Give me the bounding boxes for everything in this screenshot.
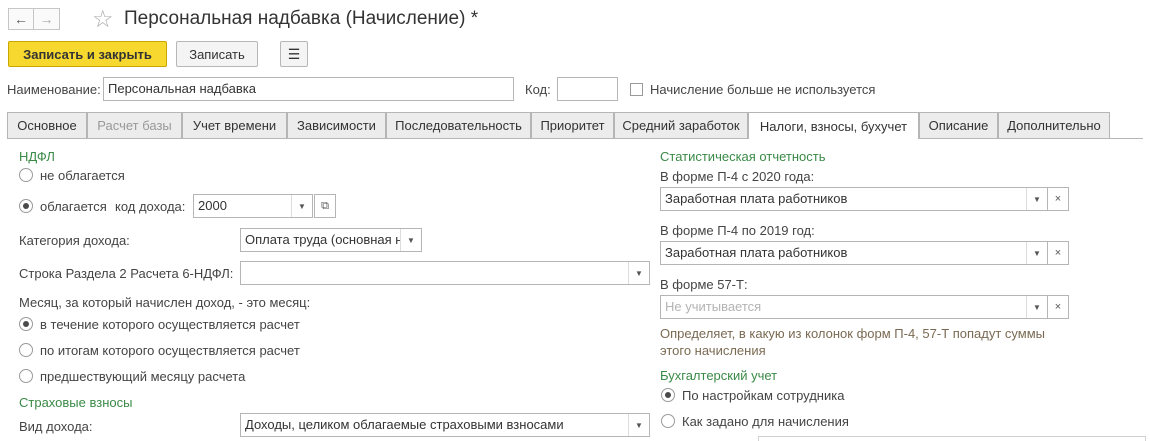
accounting-section-title: Бухгалтерский учет [660,368,778,383]
accounting-field-partial[interactable] [758,436,1146,441]
tab-time-accounting[interactable]: Учет времени [182,112,287,138]
tab-description[interactable]: Описание [919,112,998,138]
insurance-section-title: Страховые взносы [19,395,133,410]
income-category-select[interactable]: Оплата труда (основная н ▼ [240,228,422,252]
income-category-label: Категория дохода: [19,233,130,248]
chevron-down-icon[interactable]: ▼ [1026,296,1047,318]
p4-2020-label: В форме П-4 с 2020 года: [660,169,815,184]
income-type-label: Вид дохода: [19,419,93,434]
ndfl-section-title: НДФЛ [19,149,55,164]
income-code-label: код дохода: [115,199,186,214]
month-option-results-radio[interactable] [19,343,33,357]
month-option-current-radio[interactable] [19,317,33,331]
tab-priority[interactable]: Приоритет [531,112,614,138]
tab-average-earnings[interactable]: Средний заработок [614,112,748,138]
tab-bar: Основное Расчет базы Учет времени Зависи… [7,112,1143,139]
stats-hint: Определяет, в какую из колонок форм П-4,… [660,326,1046,358]
tab-taxes[interactable]: Налоги, взносы, бухучет [748,112,919,139]
chevron-down-icon[interactable]: ▼ [1026,188,1047,210]
accounting-as-set-label: Как задано для начисления [682,414,849,429]
income-code-select[interactable]: 2000 ▼ [193,194,313,218]
row-6ndfl-label: Строка Раздела 2 Расчета 6-НДФЛ: [19,266,234,281]
month-option-previous-radio[interactable] [19,369,33,383]
forward-button[interactable]: → [34,8,60,30]
tab-additional[interactable]: Дополнительно [998,112,1110,138]
f57t-label: В форме 57-Т: [660,277,748,292]
ndfl-not-taxed-label: не облагается [40,168,125,183]
month-option-previous-label: предшествующий месяцу расчета [40,369,246,384]
accounting-employee-settings-radio[interactable] [661,388,675,402]
save-button[interactable]: Записать [176,41,258,67]
arrow-left-icon: ← [14,11,28,27]
p4-2019-label: В форме П-4 по 2019 год: [660,223,815,238]
p4-2020-select[interactable]: Заработная плата работников ▼ [660,187,1048,211]
clear-p4-2019-button[interactable]: × [1047,241,1069,265]
close-icon: × [1054,193,1062,205]
tab-base-calc[interactable]: Расчет базы [87,112,182,138]
unused-label: Начисление больше не используется [650,82,876,97]
ndfl-taxed-radio[interactable] [19,199,33,213]
tab-sequence[interactable]: Последовательность [386,112,531,138]
back-button[interactable]: ← [8,8,34,30]
save-and-close-button[interactable]: Записать и закрыть [8,41,167,67]
stats-section-title: Статистическая отчетность [660,149,826,164]
report-list-button[interactable]: ☰ [280,41,308,67]
row-6ndfl-select[interactable]: ▼ [240,261,650,285]
close-icon: × [1054,247,1062,259]
name-input[interactable]: Персональная надбавка [103,77,514,101]
income-type-select[interactable]: Доходы, целиком облагаемые страховыми вз… [240,413,650,437]
chevron-down-icon[interactable]: ▼ [400,229,421,251]
ndfl-taxed-label: облагается [40,199,107,214]
clear-f57t-button[interactable]: × [1047,295,1069,319]
open-income-code-button[interactable]: ⧉ [314,194,336,218]
tab-main[interactable]: Основное [7,112,87,138]
name-label: Наименование: [7,82,101,97]
accounting-employee-settings-label: По настройкам сотрудника [682,388,845,403]
ndfl-not-taxed-radio[interactable] [19,168,33,182]
f57t-select[interactable]: Не учитывается ▼ [660,295,1048,319]
accounting-as-set-radio[interactable] [661,414,675,428]
tab-dependencies[interactable]: Зависимости [287,112,386,138]
month-question-label: Месяц, за который начислен доход, - это … [19,295,311,310]
chevron-down-icon[interactable]: ▼ [291,195,312,217]
code-label: Код: [525,82,551,97]
chevron-down-icon[interactable]: ▼ [628,414,649,436]
code-input[interactable] [557,77,618,101]
arrow-right-icon: → [39,11,54,27]
open-icon: ⧉ [321,199,329,212]
page-title: Персональная надбавка (Начисление) * [124,8,479,29]
close-icon: × [1054,301,1062,313]
month-option-results-label: по итогам которого осуществляется расчет [40,343,300,358]
list-icon: ☰ [287,45,301,62]
favorite-star-icon[interactable]: ☆ [92,5,114,34]
unused-checkbox[interactable] [630,83,643,96]
chevron-down-icon[interactable]: ▼ [1026,242,1047,264]
p4-2019-select[interactable]: Заработная плата работников ▼ [660,241,1048,265]
clear-p4-2020-button[interactable]: × [1047,187,1069,211]
month-option-current-label: в течение которого осуществляется расчет [40,317,300,332]
chevron-down-icon[interactable]: ▼ [628,262,649,284]
